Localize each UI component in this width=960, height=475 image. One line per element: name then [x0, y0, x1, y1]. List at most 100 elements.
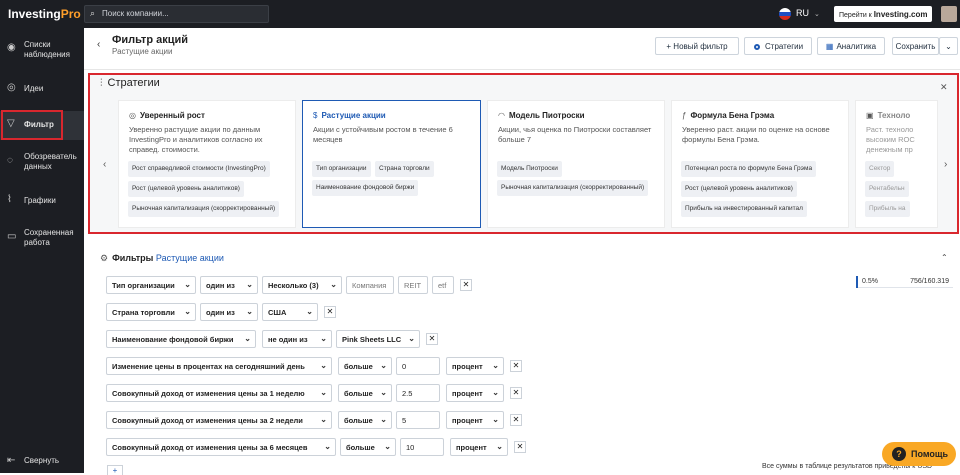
charts-icon: ⌇ — [7, 194, 12, 205]
search-input[interactable]: ⌕ Поиск компании... — [84, 5, 269, 23]
close-icon[interactable]: ✕ — [940, 82, 948, 93]
filter-field-select[interactable]: Совокупный доход от изменения цены за 6 … — [106, 438, 336, 456]
filter-number-input[interactable]: 2.5 — [396, 384, 440, 402]
sidebar-item-watchlists[interactable]: ◉ Списки наблюдения — [0, 40, 84, 66]
avatar[interactable] — [941, 6, 957, 22]
filter-operator-select[interactable]: один из ⌄ — [200, 303, 258, 321]
goto-investing-button[interactable]: Перейти к Investing.com — [834, 6, 932, 22]
strategy-tag: Рыночная капитализация (скорректированны… — [497, 180, 649, 196]
language-selector[interactable]: RU ⌄ — [796, 8, 820, 18]
strategy-link[interactable]: Растущие акции — [156, 253, 224, 263]
sidebar-item-data-explorer[interactable]: ◌ Обозреватель данных — [0, 152, 84, 174]
sidebar-collapse-button[interactable]: ⇤ Свернуть — [0, 456, 84, 468]
collapse-chevron-icon[interactable]: ⌃ — [941, 253, 948, 262]
remove-filter-icon[interactable]: ✕ — [510, 360, 522, 372]
filter-value-select[interactable]: Pink Sheets LLC ⌄ — [336, 330, 420, 348]
remove-filter-icon[interactable]: ✕ — [510, 414, 522, 426]
filter-number-input[interactable]: 10 — [400, 438, 444, 456]
search-icon: ⌕ — [90, 8, 96, 18]
data-explorer-icon: ◌ — [7, 155, 13, 166]
filter-field-select[interactable]: Тип организации ⌄ — [106, 276, 196, 294]
strategy-tag: Наименование фондовой биржи — [312, 180, 419, 196]
filter-value-select[interactable]: США ⌄ — [262, 303, 318, 321]
strategy-tag: Рост (целевой уровень аналитиков) — [128, 181, 244, 197]
carousel-prev-icon[interactable]: ‹ — [103, 159, 106, 170]
filter-unit-select[interactable]: процент ⌄ — [446, 357, 504, 375]
filter-chip[interactable]: REIT — [398, 276, 428, 294]
filter-operator-select[interactable]: один из ⌄ — [200, 276, 258, 294]
strategy-card-tech[interactable]: ▣ Техноло Раст. техноло высоким ROC денеж… — [855, 100, 938, 228]
carousel-next-icon[interactable]: › — [944, 159, 947, 170]
strategy-tag: Страна торговли — [375, 161, 434, 177]
add-filter-button[interactable]: + — [107, 465, 123, 475]
strategy-tag: Рыночная капитализация (скорректированны… — [128, 201, 280, 217]
sidebar-item-ideas[interactable]: ◎ Идеи — [0, 82, 84, 96]
remove-filter-icon[interactable]: ✕ — [324, 306, 336, 318]
filter-operator-select[interactable]: больше ⌄ — [338, 411, 392, 429]
strategies-title: ⫶ Стратегии — [100, 77, 160, 89]
strategies-button[interactable]: Стратегии — [744, 37, 812, 55]
page-subtitle: Растущие акции — [112, 47, 173, 56]
chevron-down-icon: ⌄ — [945, 42, 952, 51]
sidebar: ◉ Списки наблюдения ◎ Идеи ▽ Фильтр ◌ Об… — [0, 28, 84, 473]
remove-filter-icon[interactable]: ✕ — [460, 279, 472, 291]
analytics-icon: ▦ — [825, 42, 834, 51]
filter-operator-select[interactable]: больше ⌄ — [338, 384, 392, 402]
filter-chip[interactable]: etf — [432, 276, 454, 294]
save-button[interactable]: Сохранить — [892, 37, 939, 55]
back-chevron-icon[interactable]: ‹ — [97, 39, 100, 50]
strategy-card-confident-growth[interactable]: ◎ Уверенный рост Уверенно растущие акции … — [118, 100, 296, 228]
filter-chip[interactable]: Компания — [346, 276, 394, 294]
question-icon: ? — [892, 447, 906, 461]
results-progress: 0.5% 756/160.319 — [856, 276, 953, 288]
filter-number-input[interactable]: 0 — [396, 357, 440, 375]
filter-unit-select[interactable]: процент ⌄ — [446, 411, 504, 429]
collapse-icon: ⇤ — [7, 455, 16, 466]
filter-field-select[interactable]: Совокупный доход от изменения цены за 1 … — [106, 384, 332, 402]
remove-filter-icon[interactable]: ✕ — [426, 333, 438, 345]
filter-operator-select[interactable]: не один из ⌄ — [262, 330, 332, 348]
gauge-icon: ◠ — [498, 111, 505, 120]
formula-icon: ƒ — [682, 111, 687, 120]
new-filter-button[interactable]: + Новый фильтр — [655, 37, 739, 55]
filter-number-input[interactable]: 5 — [396, 411, 440, 429]
filter-value-select[interactable]: Несколько (3) ⌄ — [262, 276, 342, 294]
save-dropdown-button[interactable]: ⌄ — [939, 37, 958, 55]
strategy-card-ben-graham[interactable]: ƒ Формула Бена Грэма Уверенно раст. акции… — [671, 100, 849, 228]
strategy-tag: Тип организации — [312, 161, 371, 177]
strategy-card-piotroski[interactable]: ◠ Модель Пиотроски Акции, чья оценка по П… — [487, 100, 665, 228]
filter-field-select[interactable]: Совокупный доход от изменения цены за 2 … — [106, 411, 332, 429]
top-bar: InvestingPro ⌕ Поиск компании... RU ⌄ Пер… — [0, 0, 960, 28]
sidebar-item-charts[interactable]: ⌇ Графики — [0, 194, 84, 208]
filter-field-select[interactable]: Наименование фондовой биржи ⌄ — [106, 330, 256, 348]
sidebar-item-saved-work[interactable]: ▭ Сохраненная работа — [0, 228, 84, 250]
dollar-icon: $ — [313, 111, 318, 120]
strategy-tag: Модель Пиотроски — [497, 161, 562, 177]
filters-header: ⚙ Фильтры Растущие акции — [100, 253, 224, 263]
strategy-tag: Прибыль на — [865, 201, 910, 217]
filter-unit-select[interactable]: процент ⌄ — [450, 438, 508, 456]
watchlist-icon: ◉ — [7, 42, 16, 53]
chevron-down-icon: ⌄ — [814, 11, 820, 18]
saved-work-icon: ▭ — [7, 231, 17, 242]
help-button[interactable]: ? Помощь — [882, 442, 956, 466]
analytics-button[interactable]: ▦ Аналитика — [817, 37, 885, 55]
remove-filter-icon[interactable]: ✕ — [510, 387, 522, 399]
logo[interactable]: InvestingPro — [8, 7, 81, 21]
strategy-tag: Рост (целевой уровень аналитиков) — [681, 181, 797, 197]
russia-flag-icon[interactable] — [779, 8, 791, 20]
strategy-tag: Потенциал роста по формуле Бена Грэма — [681, 161, 817, 177]
filter-field-select[interactable]: Изменение цены в процентах на сегодняшни… — [106, 357, 332, 375]
filter-unit-select[interactable]: процент ⌄ — [446, 384, 504, 402]
remove-filter-icon[interactable]: ✕ — [514, 441, 526, 453]
strategy-tag: Рост справедливой стоимости (InvestingPr… — [128, 161, 270, 177]
highlight-box-filter — [1, 110, 63, 140]
strategy-card-growth-stocks[interactable]: $ Растущие акции Акции с устойчивым росто… — [302, 100, 481, 228]
growth-icon: ◎ — [129, 111, 136, 120]
filter-operator-select[interactable]: больше ⌄ — [340, 438, 396, 456]
page-title: Фильтр акций — [112, 34, 189, 46]
filter-operator-select[interactable]: больше ⌄ — [338, 357, 392, 375]
ideas-icon: ◎ — [7, 82, 16, 93]
filter-field-select[interactable]: Страна торговли ⌄ — [106, 303, 196, 321]
gear-icon: ⚙ — [100, 253, 109, 263]
